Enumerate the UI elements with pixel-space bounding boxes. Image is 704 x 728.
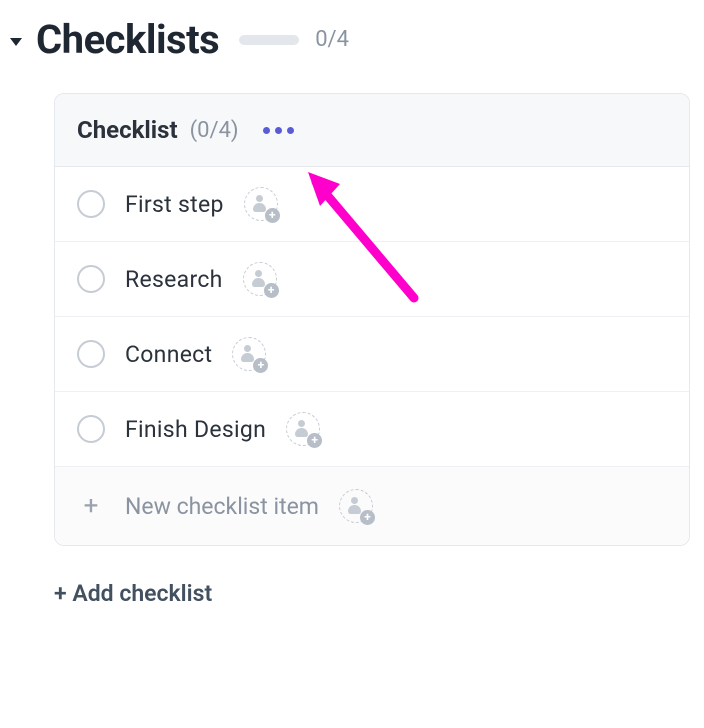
- assign-user-icon[interactable]: +: [286, 412, 320, 446]
- add-checklist-button[interactable]: + Add checklist: [54, 580, 212, 607]
- more-options-icon[interactable]: [257, 121, 300, 140]
- progress-count: 0/4: [315, 27, 349, 52]
- checklist-item[interactable]: First step +: [55, 167, 689, 242]
- collapse-caret-icon[interactable]: [10, 38, 22, 46]
- checklist-card: Checklist (0/4) First step + Research + …: [54, 93, 690, 546]
- checklist-item-label: Connect: [125, 341, 212, 368]
- section-title: Checklists: [36, 16, 219, 63]
- new-checklist-item-input[interactable]: New checklist item: [125, 493, 319, 520]
- section-header: Checklists 0/4: [0, 0, 704, 67]
- plus-icon: +: [77, 493, 105, 519]
- new-checklist-item-row[interactable]: + New checklist item +: [55, 467, 689, 545]
- checklist-item[interactable]: Research +: [55, 242, 689, 317]
- checklist-item[interactable]: Finish Design +: [55, 392, 689, 467]
- assign-user-icon[interactable]: +: [244, 187, 278, 221]
- checkbox-circle-icon[interactable]: [77, 190, 105, 218]
- checkbox-circle-icon[interactable]: [77, 265, 105, 293]
- checklist-item-label: Research: [125, 266, 223, 293]
- progress-bar: [239, 35, 299, 45]
- checklist-title[interactable]: Checklist: [77, 116, 178, 144]
- assign-user-icon[interactable]: +: [339, 489, 373, 523]
- checklist-card-header: Checklist (0/4): [55, 94, 689, 167]
- checkbox-circle-icon[interactable]: [77, 415, 105, 443]
- assign-user-icon[interactable]: +: [232, 337, 266, 371]
- checklist-item-label: First step: [125, 191, 224, 218]
- checklist-item-label: Finish Design: [125, 416, 266, 443]
- checklist-count: (0/4): [190, 118, 239, 143]
- assign-user-icon[interactable]: +: [243, 262, 277, 296]
- checklist-item[interactable]: Connect +: [55, 317, 689, 392]
- checkbox-circle-icon[interactable]: [77, 340, 105, 368]
